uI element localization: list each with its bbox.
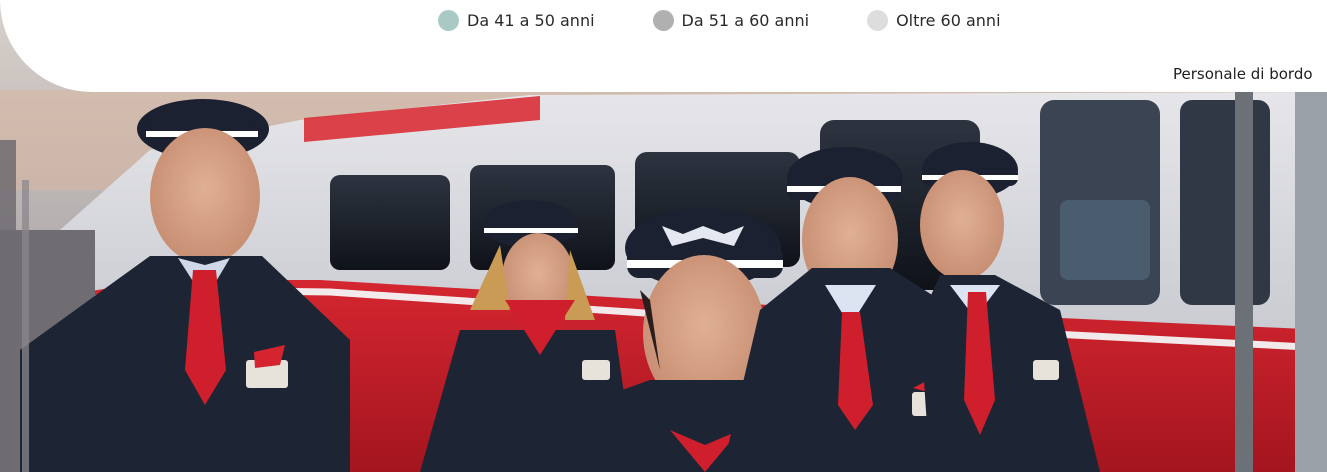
legend-label-41-50: Da 41 a 50 anni [467,10,595,30]
legend-item-41-50: Da 41 a 50 anni [438,9,595,31]
legend-swatch-41-50 [438,9,459,31]
page-root: Da 41 a 50 anni Da 51 a 60 anni Oltre 60… [0,0,1327,472]
legend-swatch-51-60 [652,9,674,31]
legend-label-over-60: Oltre 60 anni [896,10,1001,30]
legend-swatch-over-60 [867,9,889,31]
legend-item-over-60: Oltre 60 anni [867,9,1001,31]
age-legend: Da 41 a 50 anni Da 51 a 60 anni Oltre 60… [438,9,1001,31]
role-label: Personale di bordo [1173,65,1313,83]
legend-label-51-60: Da 51 a 60 anni [681,10,810,30]
legend-item-51-60: Da 51 a 60 anni [652,9,810,31]
